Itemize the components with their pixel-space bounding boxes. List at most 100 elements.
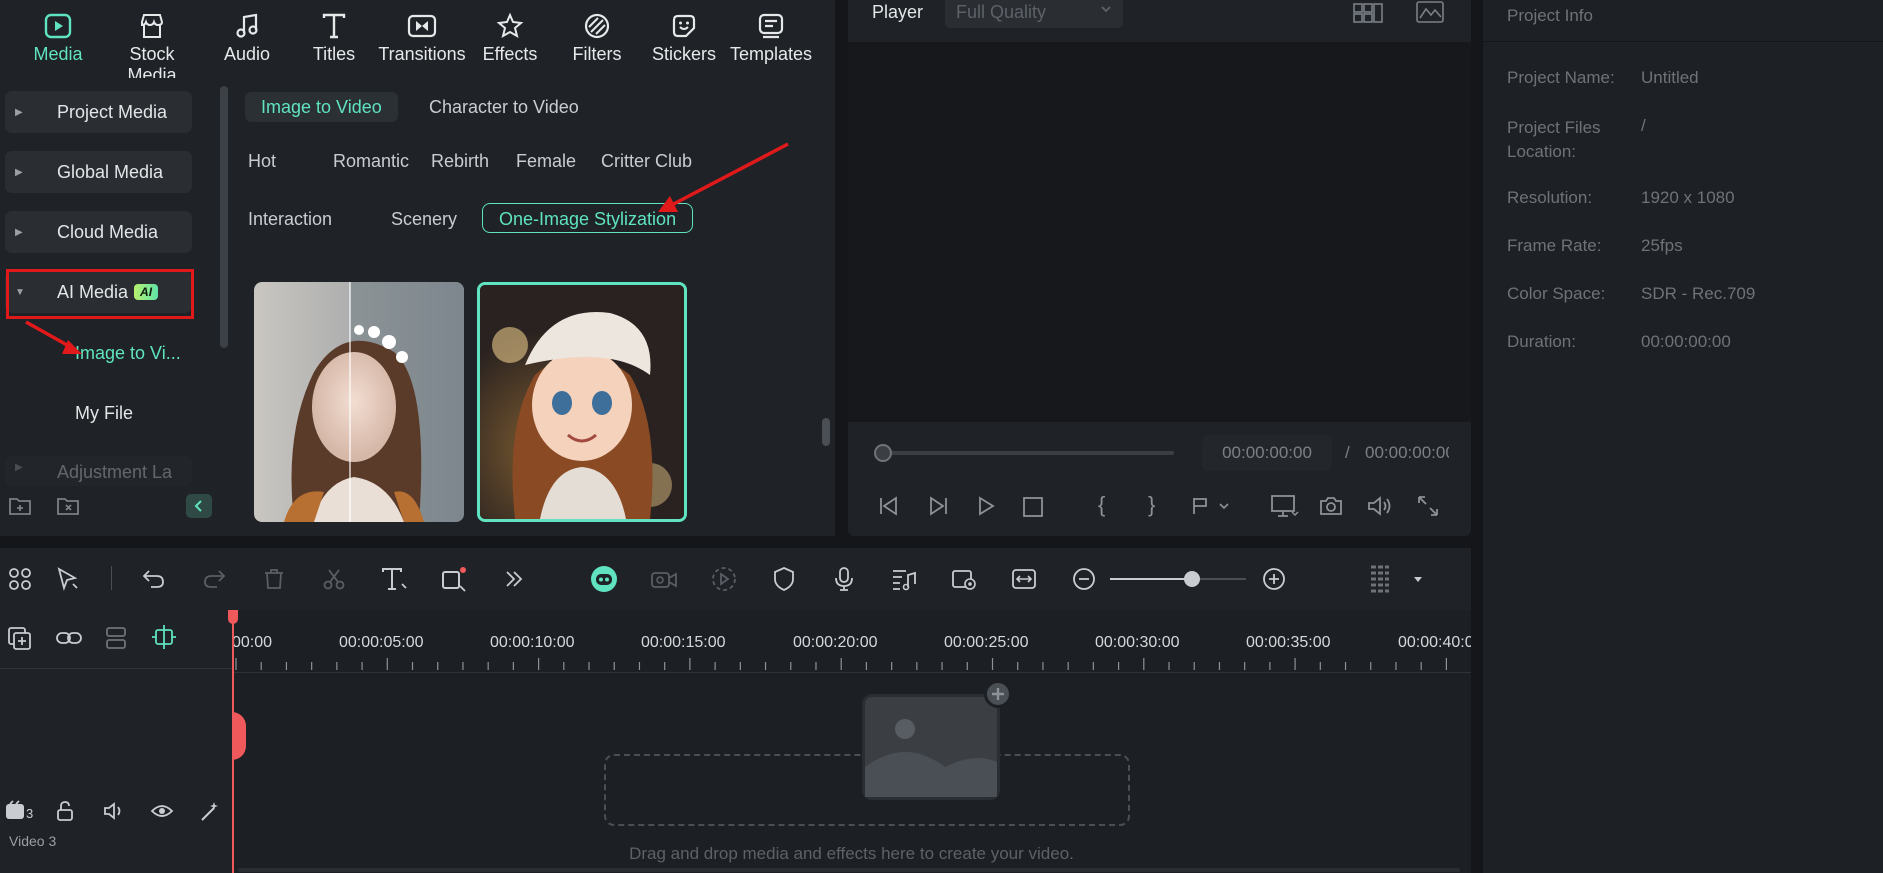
eye-visibility-icon[interactable]: [150, 800, 174, 822]
ruler-ticks: [235, 658, 1448, 670]
undo-icon[interactable]: [136, 561, 172, 597]
project-location-label: Project Files Location:: [1507, 118, 1601, 161]
sidebar-item-global-media[interactable]: ▶ Global Media: [5, 151, 192, 193]
player-viewport[interactable]: [848, 42, 1471, 422]
next-frame-icon[interactable]: [925, 494, 951, 518]
sidebar-item-label: Global Media: [57, 161, 164, 182]
tab-character-to-video[interactable]: Character to Video: [413, 92, 595, 122]
tab-templates[interactable]: Templates: [725, 8, 817, 65]
text-tool-icon[interactable]: [376, 561, 412, 597]
timeline-panel[interactable]: 00:00 00:00:05:00 00:00:10:00 00:00:15:0…: [228, 610, 1471, 873]
mark-in-icon[interactable]: {: [1098, 492, 1105, 518]
sidebar-subitem-my-file[interactable]: My File: [75, 403, 133, 424]
new-folder-icon[interactable]: [8, 495, 34, 517]
tab-image-to-video[interactable]: Image to Video: [245, 92, 398, 122]
stop-icon[interactable]: [1022, 496, 1044, 518]
total-time: 00:00:00:00: [1365, 443, 1449, 462]
stabilize-icon[interactable]: [706, 561, 742, 597]
timeline-toolbar: [0, 548, 1471, 610]
fit-width-icon[interactable]: [1006, 561, 1042, 597]
fullscreen-icon[interactable]: [1416, 494, 1440, 518]
playback-progress-handle[interactable]: [874, 444, 892, 462]
redo-icon[interactable]: [196, 561, 232, 597]
video-track-icon[interactable]: [4, 800, 26, 822]
ai-video-icon[interactable]: [646, 561, 682, 597]
select-tool-icon[interactable]: [50, 561, 86, 597]
timeline-settings-icon[interactable]: [1362, 561, 1398, 597]
duration-value: 00:00:00:00: [1641, 332, 1731, 351]
marker-icon[interactable]: [1190, 494, 1234, 518]
current-time-field[interactable]: 00:00:00:00: [1202, 435, 1332, 471]
media-scrollbar[interactable]: [822, 418, 830, 446]
sidebar-scrollbar[interactable]: [220, 86, 228, 348]
layout-icon[interactable]: [1352, 2, 1384, 24]
mark-out-icon[interactable]: }: [1148, 492, 1155, 518]
template-thumbnail-stylized[interactable]: [477, 282, 687, 522]
display-settings-icon[interactable]: [1270, 494, 1300, 518]
auto-reframe-icon[interactable]: [946, 561, 982, 597]
tab-titles[interactable]: Titles: [288, 8, 380, 65]
ruler-label: 00:00:40:00: [1398, 634, 1471, 651]
tab-media[interactable]: Media: [12, 8, 104, 65]
crop-shape-icon[interactable]: [436, 561, 472, 597]
image-placeholder-icon: [862, 694, 1000, 800]
lock-track-icon[interactable]: [54, 800, 76, 822]
category-interaction[interactable]: Interaction: [232, 204, 348, 234]
tab-effects-label: Effects: [482, 44, 538, 64]
sidebar-subitem-image-to-video[interactable]: Image to Vi...: [75, 343, 181, 364]
playhead-handle[interactable]: [228, 610, 238, 624]
playback-progress-track[interactable]: [880, 451, 1174, 455]
quality-dropdown[interactable]: Full Quality: [945, 0, 1123, 28]
timeline-horizontal-scrollbar[interactable]: [238, 868, 1460, 872]
sidebar-item-cloud-media[interactable]: ▶ Cloud Media: [5, 211, 192, 253]
add-media-icon[interactable]: [984, 680, 1012, 708]
tab-filters[interactable]: Filters: [551, 8, 643, 65]
category-rebirth[interactable]: Rebirth: [415, 146, 505, 176]
prev-frame-icon[interactable]: [876, 494, 902, 518]
delete-icon[interactable]: [256, 561, 292, 597]
media-icon: [12, 8, 104, 44]
snap-icon[interactable]: [150, 623, 178, 651]
track-divider: [0, 668, 232, 669]
collapse-sidebar-button[interactable]: [186, 494, 212, 518]
more-tools-icon[interactable]: [496, 561, 532, 597]
waveform-monitor-icon[interactable]: [1415, 0, 1445, 24]
add-track-icon[interactable]: [6, 625, 34, 651]
play-icon[interactable]: [974, 494, 998, 518]
frame-rate-label: Frame Rate:: [1507, 236, 1602, 255]
volume-icon[interactable]: [1366, 494, 1394, 518]
zoom-out-icon[interactable]: [1066, 561, 1102, 597]
category-hot[interactable]: Hot: [232, 146, 292, 176]
magic-wand-icon[interactable]: [198, 800, 222, 822]
template-thumbnail-portrait[interactable]: [254, 282, 464, 522]
sidebar-item-adjustment-layer[interactable]: ▶ Adjustment La: [5, 456, 192, 486]
link-icon[interactable]: [54, 625, 84, 651]
sidebar-item-project-media[interactable]: ▶ Project Media: [5, 91, 192, 133]
ruler-label: 00:00:35:00: [1246, 634, 1331, 651]
zoom-slider-handle[interactable]: [1184, 571, 1200, 587]
microphone-icon[interactable]: [826, 561, 862, 597]
track-volume-icon[interactable]: [102, 800, 126, 822]
split-scissors-icon[interactable]: [316, 561, 352, 597]
category-scenery[interactable]: Scenery: [375, 204, 473, 234]
audio-beat-icon[interactable]: [886, 561, 922, 597]
tab-templates-label: Templates: [729, 44, 813, 64]
track-layout-icon[interactable]: [102, 625, 130, 651]
snapshot-icon[interactable]: [1318, 494, 1344, 518]
delete-folder-icon[interactable]: [56, 495, 82, 517]
zoom-in-icon[interactable]: [1256, 561, 1292, 597]
category-female[interactable]: Female: [500, 146, 592, 176]
track-header-panel: 3 Video 3: [0, 610, 232, 873]
tab-stock-media[interactable]: Stock Media: [106, 8, 198, 86]
caret-down-icon[interactable]: [1400, 561, 1436, 597]
tab-audio[interactable]: Audio: [201, 8, 293, 65]
layout-grid-icon[interactable]: [2, 561, 38, 597]
mask-shield-icon[interactable]: [766, 561, 802, 597]
tab-stickers[interactable]: Stickers: [638, 8, 730, 65]
tab-effects[interactable]: Effects: [464, 8, 556, 65]
playhead-marker[interactable]: [232, 712, 246, 760]
tab-transitions[interactable]: Transitions: [376, 8, 468, 65]
category-romantic[interactable]: Romantic: [317, 146, 425, 176]
ai-assistant-icon[interactable]: [586, 561, 622, 597]
ruler-label: 00:00: [232, 634, 273, 651]
